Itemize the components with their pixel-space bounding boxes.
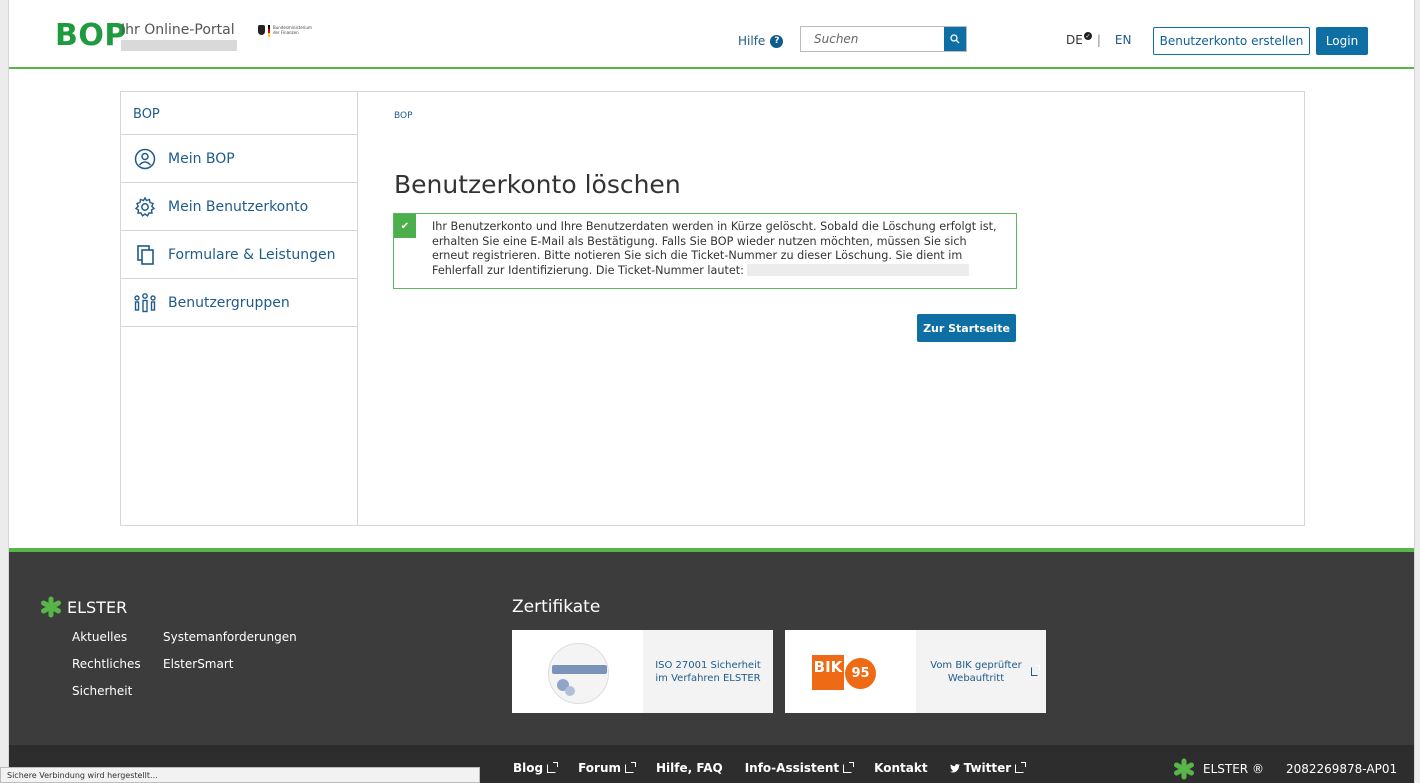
footer-meta: ELSTER ® 2082269878-AP01 [1173,758,1397,780]
twitter-icon [949,763,960,772]
user-group-icon [133,291,157,315]
certificates-title: Zertifikate [512,597,601,617]
iso-certificate-card[interactable]: ISO 27001 Sicherheit im Verfahren ELSTER [512,630,773,713]
footer-link-aktuelles[interactable]: Aktuelles [72,630,163,644]
ticket-number-redacted [746,263,969,276]
footer-brand-label: ELSTER [67,597,128,617]
search-icon [950,34,960,44]
question-icon: ? [770,34,784,48]
blog-label: Blog [513,761,544,775]
site-footer: ELSTER Aktuelles Systemanforderungen Rec… [9,548,1414,783]
forum-label: Forum [578,761,622,775]
build-id: 2082269878-AP01 [1285,762,1398,776]
footer-link-twitter[interactable]: Twitter [949,761,1027,775]
bik-95-badge: 95 [845,658,876,689]
footer-brand: ELSTER [40,596,127,618]
sidebar-item-formulare-leistungen[interactable]: Formulare & Leistungen [121,231,358,279]
window-frame-left [0,0,9,783]
sidebar-item-label: Mein BOP [168,150,235,167]
search-input[interactable] [801,27,944,51]
footer-bottom-links: Blog Forum Hilfe, FAQ Info-Assistent Kon… [513,761,1046,775]
footer-link-forum[interactable]: Forum [578,761,637,775]
alert-message: Ihr Benutzerkonto und Ihre Benutzerdaten… [432,220,1002,278]
check-icon: ✓ [1083,32,1092,40]
bik-certificate-card[interactable]: BIK 95 Vom BIK geprüfter Webauftritt [785,630,1046,713]
lang-separator: | [1096,33,1101,47]
sidebar-item-label: Formulare & Leistungen [168,246,336,263]
gear-icon [133,195,157,219]
footer-links: Aktuelles Systemanforderungen Rechtliche… [72,630,303,698]
footer-link-rechtliches[interactable]: Rechtliches [72,657,163,671]
language-switcher: DE ✓ | EN [1066,32,1132,47]
browser-status-bar: Sichere Verbindung wird hergestellt... [0,767,480,783]
elster-star-icon [1174,758,1194,780]
footer-link-elstersmart[interactable]: ElsterSmart [163,657,303,671]
federal-eagle-icon [258,25,265,35]
iso-seal-band [552,665,607,674]
bik-certificate-label: Vom BIK geprüfter Webauftritt [930,659,1022,684]
sidebar-heading[interactable]: BOP [121,92,358,135]
page-title: Benutzerkonto löschen [394,170,681,199]
elster-star-icon [41,596,61,618]
home-button[interactable]: Zur Startseite [917,314,1016,342]
twitter-label: Twitter [963,761,1012,775]
footer-link-blog[interactable]: Blog [513,761,559,775]
redacted-bar [121,40,237,51]
breadcrumb[interactable]: BOP [394,111,413,121]
kontakt-label: Kontakt [874,761,928,775]
bik-logo-box: BIK [812,655,844,690]
footer-link-sicherheit[interactable]: Sicherheit [72,684,163,698]
window-frame-right [1414,0,1420,783]
main-content: BOP Benutzerkonto löschen ✔ Ihr Benutzer… [357,91,1305,526]
checkmark-icon: ✔ [394,214,416,238]
footer-link-info-assistent[interactable]: Info-Assistent [744,761,855,775]
iso-seal-dot [565,686,575,696]
external-link-icon [625,761,637,773]
portal-label: Ihr Online-Portal [121,22,235,38]
footer-link-hilfe-faq[interactable]: Hilfe, FAQ [656,761,723,775]
iso-certificate-text: ISO 27001 Sicherheit im Verfahren ELSTER [643,630,773,713]
info-assistent-label: Info-Assistent [744,761,840,775]
success-alert: ✔ Ihr Benutzerkonto und Ihre Benutzerdat… [393,213,1017,289]
hilfe-faq-label: Hilfe, FAQ [656,761,723,775]
sidebar-item-mein-bop[interactable]: Mein BOP [121,135,358,183]
create-account-button[interactable]: Benutzerkonto erstellen [1153,27,1310,55]
help-label: Hilfe [738,34,766,48]
sidebar: BOP Mein BOP Mein Benutzerkonto Formular… [120,91,358,526]
footer-link-systemanforderungen[interactable]: Systemanforderungen [163,630,303,644]
iso-seal-logo [512,630,643,713]
sidebar-item-label: Mein Benutzerkonto [168,198,309,215]
site-header: BOP Ihr Online-Portal Bundesministerium … [9,0,1414,69]
bik-certificate-text: Vom BIK geprüfter Webauftritt [916,630,1046,713]
search-button[interactable] [944,27,966,51]
user-circle-icon [133,147,157,171]
lang-en[interactable]: EN [1115,33,1132,47]
sidebar-item-benutzergruppen[interactable]: Benutzergruppen [121,279,358,327]
login-button[interactable]: Login [1316,27,1368,55]
elster-trademark: ELSTER ® [1203,762,1264,776]
sidebar-item-label: Benutzergruppen [168,294,290,311]
search-box [800,26,967,52]
lang-de[interactable]: DE [1066,33,1083,47]
bik-logo: BIK 95 [785,630,916,713]
external-link-icon [1031,665,1040,676]
help-link[interactable]: Hilfe ? [738,34,784,48]
footer-link-kontakt[interactable]: Kontakt [874,761,927,775]
external-link-icon [1015,761,1027,773]
iso-seal-icon [548,643,609,704]
documents-icon [133,243,157,267]
external-link-icon [547,761,559,773]
sidebar-item-mein-benutzerkonto[interactable]: Mein Benutzerkonto [121,183,358,231]
ministry-logo: Bundesministerium der Finanzen [258,25,312,37]
external-link-icon [843,761,855,773]
german-flag-icon [268,25,270,37]
ministry-text: Bundesministerium der Finanzen [273,25,312,35]
bop-logo[interactable]: BOP [55,18,127,53]
